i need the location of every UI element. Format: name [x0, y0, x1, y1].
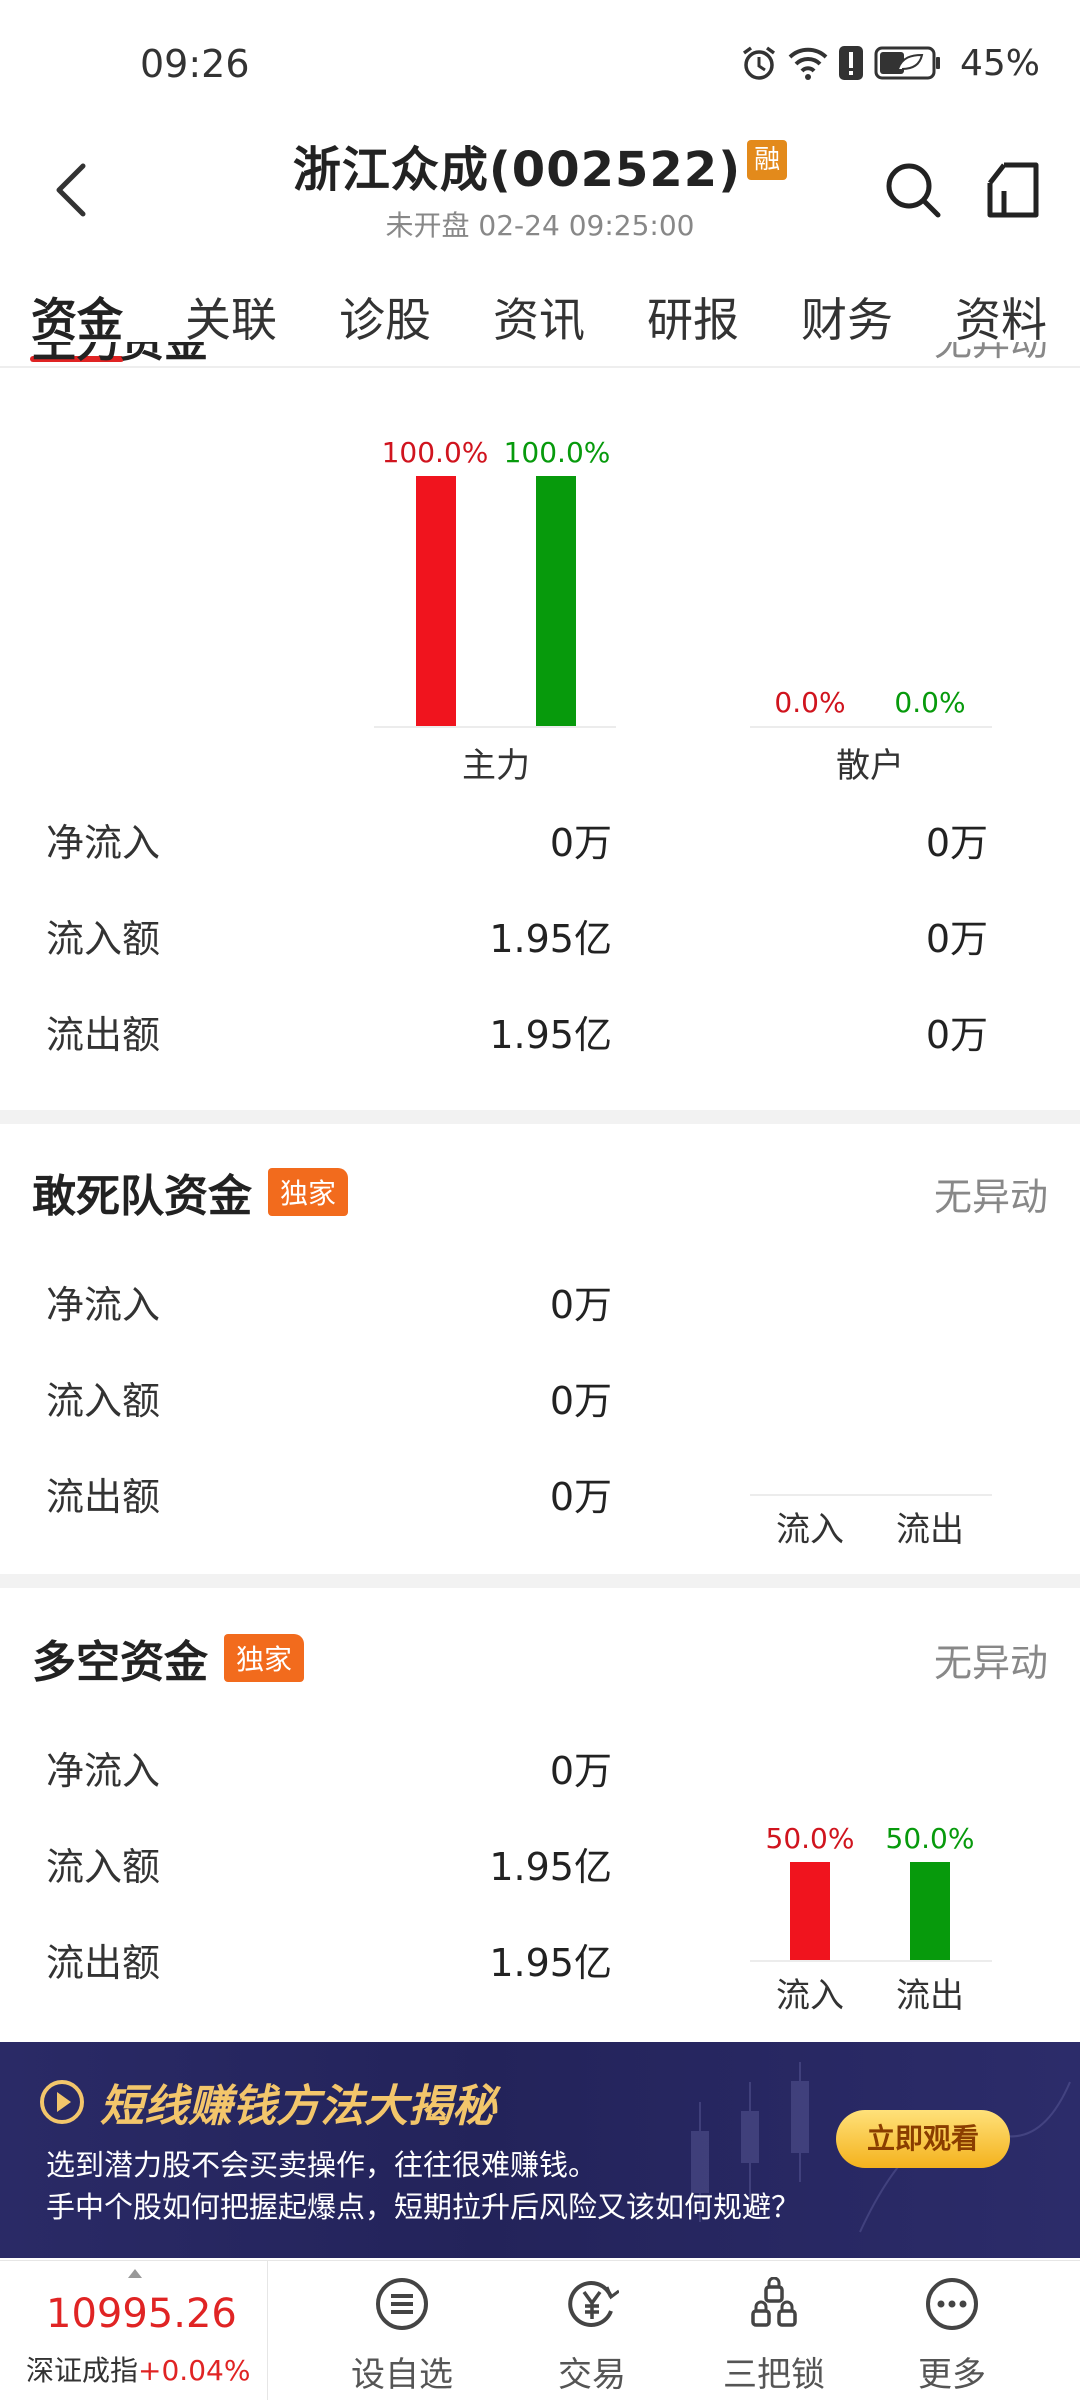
margin-badge: 融	[747, 140, 788, 180]
index-value: 10995.26	[46, 2291, 237, 2337]
longshort-outflow-label: 流出	[896, 1976, 964, 2016]
retail-inflow-pct: 0.0%	[774, 686, 846, 719]
watch-now-button[interactable]: 立即观看	[836, 2110, 1010, 2168]
index-ticker[interactable]: 10995.26 深证成指+0.04%	[0, 2261, 268, 2400]
longshort-outflow-pct: 50.0%	[885, 1822, 975, 1855]
longshort-inflow-bar	[790, 1862, 830, 1960]
status-time: 09:26	[140, 42, 250, 86]
search-button[interactable]	[878, 152, 948, 228]
back-button[interactable]	[40, 152, 100, 228]
stock-title: 浙江众成(002522)	[292, 142, 742, 198]
promo-banner[interactable]: 短线赚钱方法大揭秘 选到潜力股不会买卖操作，往往很难赚钱。 手中个股如何把握起爆…	[0, 2042, 1080, 2258]
dare-row-inflow: 流入额 0万	[46, 1379, 612, 1423]
yen-icon	[568, 2281, 619, 2327]
play-icon	[40, 2080, 84, 2124]
tab-finance[interactable]: 财务	[770, 272, 924, 368]
alarm-icon	[742, 46, 776, 80]
dare-baseline	[750, 1494, 992, 1496]
longshort-inflow-pct: 50.0%	[765, 1822, 855, 1855]
list-icon	[376, 2278, 428, 2330]
main-outflow-pct: 100.0%	[503, 436, 611, 469]
alert-icon	[838, 46, 863, 80]
tab-research[interactable]: 研报	[616, 272, 770, 368]
index-name-line: 深证成指+0.04%	[26, 2354, 251, 2387]
market-status: 未开盘 02-24 09:25:00	[385, 209, 695, 242]
exclusive-badge: 独家	[224, 1634, 305, 1682]
main-row-inflow: 流入额 1.95亿 0万	[46, 917, 988, 961]
longshort-baseline	[750, 1960, 992, 1962]
retail-category-label: 散户	[836, 746, 904, 786]
retail-outflow-pct: 0.0%	[894, 686, 966, 719]
longshort-outflow-bar	[910, 1862, 950, 1960]
bottom-nav: 10995.26 深证成指+0.04% 设自选 交易 三把锁 更多	[0, 2260, 1080, 2400]
main-funds-title: 主力资金	[32, 342, 208, 372]
retail-baseline	[750, 726, 992, 728]
wifi-icon	[788, 47, 828, 80]
switch-stock-button[interactable]	[978, 152, 1048, 228]
index-change: +0.04%	[138, 2354, 251, 2387]
dare-inflow-label: 流入	[776, 1510, 844, 1550]
main-outflow-bar	[536, 476, 576, 726]
main-inflow-pct: 100.0%	[381, 436, 489, 469]
title-block: 浙江众成(002522) 融 未开盘 02-24 09:25:00	[200, 130, 880, 244]
longshort-inflow-label: 流入	[776, 1976, 844, 2016]
status-icons: 45%	[740, 40, 1040, 86]
section-gap	[0, 1574, 1080, 1588]
longshort-funds-status: 无异动	[933, 1641, 1048, 1685]
switch-icon	[987, 162, 1039, 218]
section-gap	[0, 1110, 1080, 1124]
tab-news[interactable]: 资讯	[462, 272, 616, 368]
nav-watchlist[interactable]: 设自选	[322, 2261, 482, 2400]
battery-icon	[874, 46, 940, 80]
longshort-funds-title: 多空资金 独家	[32, 1626, 305, 1690]
locks-icon	[751, 2277, 797, 2327]
status-bar: 09:26 45%	[0, 0, 1080, 130]
main-funds-status: 无异动	[933, 342, 1048, 364]
back-arrow-icon	[56, 163, 86, 217]
dare-outflow-label: 流出	[896, 1510, 964, 1550]
more-icon	[926, 2278, 978, 2330]
main-inflow-bar	[416, 476, 456, 726]
main-baseline	[374, 726, 616, 728]
expand-arrow-icon	[128, 2269, 142, 2278]
banner-title: 短线赚钱方法大揭秘	[38, 2070, 496, 2134]
dare-row-net: 净流入 0万	[46, 1283, 612, 1327]
dare-funds-status: 无异动	[933, 1175, 1048, 1219]
exclusive-badge: 独家	[268, 1168, 349, 1216]
dare-funds-title: 敢死队资金 独家	[32, 1160, 349, 1224]
battery-percent: 45%	[959, 42, 1040, 84]
search-icon	[886, 163, 941, 218]
longshort-row-net: 净流入 0万	[46, 1749, 612, 1793]
nav-three-locks[interactable]: 三把锁	[694, 2261, 854, 2400]
nav-trade[interactable]: 交易	[512, 2261, 672, 2400]
main-category-label: 主力	[462, 746, 530, 786]
main-row-net: 净流入 0万 0万	[46, 821, 988, 865]
banner-line-2: 手中个股如何把握起爆点，短期拉升后风险又该如何规避？	[46, 2190, 801, 2224]
nav-more[interactable]: 更多	[872, 2261, 1032, 2400]
banner-line-1: 选到潜力股不会买卖操作，往往很难赚钱。	[46, 2148, 598, 2182]
stock-header: 浙江众成(002522) 融 未开盘 02-24 09:25:00	[0, 130, 1080, 250]
tab-diagnosis[interactable]: 诊股	[308, 272, 462, 368]
main-row-outflow: 流出额 1.95亿 0万	[46, 1013, 988, 1057]
